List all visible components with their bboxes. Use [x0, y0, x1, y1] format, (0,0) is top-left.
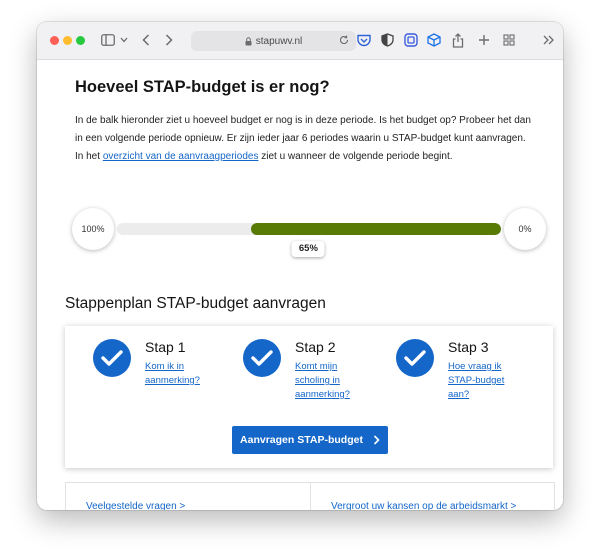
step-2-name: Stap 2: [295, 339, 336, 355]
lock-icon: [245, 36, 252, 46]
step-1-link[interactable]: Kom ik in aanmerking?: [145, 360, 225, 388]
page-content: Hoeveel STAP-budget is er nog? In de bal…: [37, 60, 563, 510]
apply-budget-button[interactable]: Aanvragen STAP-budget: [232, 426, 388, 454]
step-1: Stap 1 Kom ik in aanmerking?: [93, 339, 223, 409]
intro-text-end: ziet u wanneer de volgende periode begin…: [258, 151, 453, 162]
close-window-button[interactable]: [50, 36, 59, 45]
budget-full-label: 100%: [72, 208, 114, 250]
browser-toolbar: stapuwv.nl: [37, 22, 563, 60]
check-icon: [396, 339, 434, 377]
footer-links: Veelgestelde vragen > Vergroot uw kansen…: [65, 482, 555, 510]
new-tab-icon[interactable]: [477, 32, 491, 48]
share-icon[interactable]: [450, 32, 466, 48]
tab-overview-icon[interactable]: [502, 32, 516, 48]
extension-icon[interactable]: [403, 32, 419, 48]
budget-intro: In de balk hieronder ziet u hoeveel budg…: [75, 112, 535, 166]
steps-title: Stappenplan STAP-budget aanvragen: [65, 295, 326, 312]
footer-divider: [310, 483, 311, 510]
budget-progress: 100% 0% 65%: [37, 208, 563, 268]
faq-link[interactable]: Veelgestelde vragen >: [86, 501, 185, 510]
overflow-chevron-icon[interactable]: [542, 32, 554, 48]
check-icon: [243, 339, 281, 377]
step-1-name: Stap 1: [145, 339, 186, 355]
budget-title: Hoeveel STAP-budget is er nog?: [75, 78, 330, 96]
step-3-link[interactable]: Hoe vraag ik STAP-budget aan?: [448, 360, 518, 402]
shield-icon[interactable]: [379, 32, 395, 48]
cube-icon[interactable]: [426, 32, 442, 48]
address-bar[interactable]: stapuwv.nl: [191, 31, 356, 51]
browser-window: stapuwv.nl Hoeveel STAP-budget is er nog…: [37, 22, 563, 510]
back-icon[interactable]: [140, 32, 152, 48]
forward-icon[interactable]: [163, 32, 175, 48]
reload-icon[interactable]: [338, 34, 350, 46]
pocket-icon[interactable]: [356, 32, 372, 48]
chevron-right-icon: [373, 435, 380, 445]
step-3-name: Stap 3: [448, 339, 489, 355]
url-text: stapuwv.nl: [255, 35, 303, 47]
apply-budget-button-label: Aanvragen STAP-budget: [240, 434, 363, 446]
minimize-window-button[interactable]: [63, 36, 72, 45]
check-icon: [93, 339, 131, 377]
budget-remaining-badge: 65%: [291, 241, 325, 257]
budget-empty-label: 0%: [504, 208, 546, 250]
chevron-down-icon[interactable]: [119, 32, 129, 48]
step-2: Stap 2 Komt mijn scholing in aanmerking?: [243, 339, 373, 409]
step-2-link[interactable]: Komt mijn scholing in aanmerking?: [295, 360, 361, 402]
maximize-window-button[interactable]: [76, 36, 85, 45]
steps-card: Stap 1 Kom ik in aanmerking? Stap 2 Komt…: [65, 326, 553, 468]
budget-progress-track: [117, 223, 501, 235]
application-periods-link[interactable]: overzicht van de aanvraagperiodes: [103, 151, 259, 162]
career-chances-link[interactable]: Vergroot uw kansen op de arbeidsmarkt >: [331, 501, 516, 510]
budget-progress-fill: [251, 223, 501, 235]
step-3: Stap 3 Hoe vraag ik STAP-budget aan?: [396, 339, 526, 409]
sidebar-icon[interactable]: [100, 32, 116, 48]
